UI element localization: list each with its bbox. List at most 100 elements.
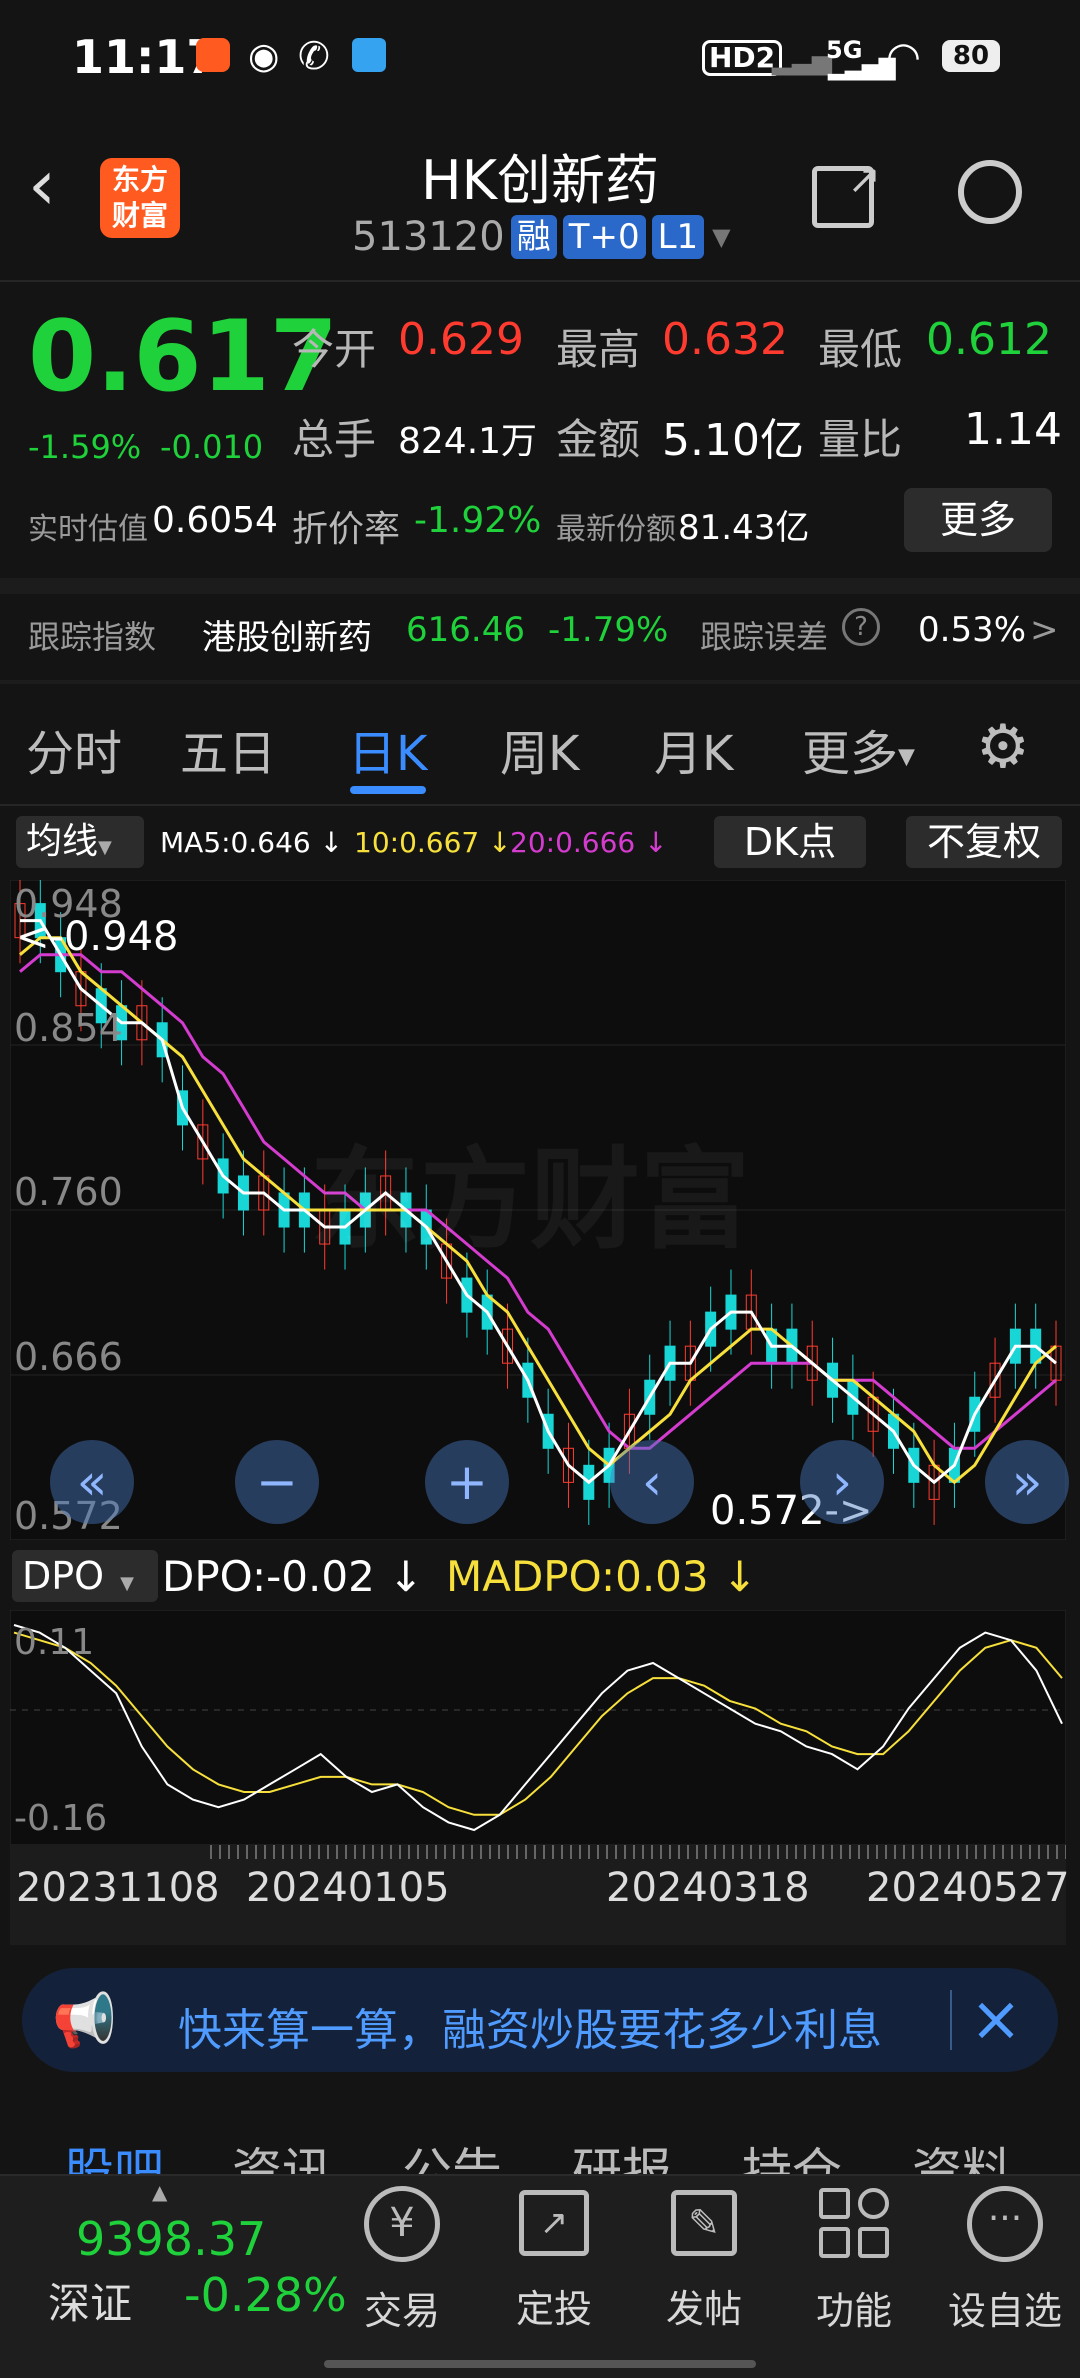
discount-label: 折价率 xyxy=(292,509,401,550)
post-button[interactable]: ✎ 发帖 xyxy=(654,2186,754,2333)
change-pct: -1.59% xyxy=(28,428,142,466)
tab-daily-k[interactable]: 日K xyxy=(348,714,427,784)
tab-more-label: 更多 xyxy=(802,726,899,782)
index-name: 深证 xyxy=(48,2279,133,2328)
open-label: 今开 xyxy=(292,325,377,374)
dk-point-button[interactable]: DK点 xyxy=(714,816,866,868)
y-axis-2: 0.854 xyxy=(14,1006,123,1050)
high-label: 最高 xyxy=(556,325,641,374)
functions-label: 功能 xyxy=(815,2289,892,2333)
badge-l1: L1 xyxy=(651,215,705,259)
fast-forward-icon[interactable]: » xyxy=(985,1440,1069,1524)
low-value: 0.612 xyxy=(926,314,1052,365)
stock-code-row[interactable]: 513120 融 T+0 L1 ▼ xyxy=(352,214,731,260)
grid-icon xyxy=(819,2188,889,2258)
iopv-label: 实时估值 xyxy=(28,512,148,547)
tab-research[interactable]: 研报 xyxy=(572,2132,672,2176)
price-adjust-button[interactable]: 不复权 xyxy=(906,816,1062,868)
bottom-bar: ▲ 9398.37 深证 -0.28% ¥ 交易 ↗ 定投 ✎ 发帖 功能 ··… xyxy=(0,2174,1080,2378)
tab-announcements[interactable]: 公告 xyxy=(402,2132,502,2176)
close-icon[interactable]: × xyxy=(970,1982,1022,2055)
tab-profile[interactable]: 资料 xyxy=(912,2132,1012,2176)
date-label-4: 20240527 xyxy=(866,1865,1070,1911)
app-notification-icon xyxy=(196,38,230,72)
post-label: 发帖 xyxy=(665,2287,742,2331)
battery-icon: 80 xyxy=(942,40,1000,72)
index-value[interactable]: 9398.37 xyxy=(76,2212,266,2266)
home-indicator[interactable] xyxy=(324,2360,756,2368)
banner-text[interactable]: 快来算一算，融资炒股要花多少利息 xyxy=(178,1994,948,2058)
kline-chart[interactable]: 东方财富 0.948 <-0.948 0.854 0.760 0.666 0.5… xyxy=(10,880,1069,1540)
caret-down-icon: ▼ xyxy=(98,837,112,858)
tab-more[interactable]: 更多▼ xyxy=(802,714,915,784)
logo-text-top: 东方 xyxy=(111,163,168,196)
yen-icon: ¥ xyxy=(364,2186,440,2262)
max-price-marker: <-0.948 xyxy=(16,914,179,960)
chart-board-icon: ↗ xyxy=(519,2190,589,2256)
low-label: 最低 xyxy=(818,325,903,374)
search-icon[interactable] xyxy=(958,160,1022,224)
tab-intraday[interactable]: 分时 xyxy=(26,714,122,784)
ma20-value: 20:0.666 ↓ xyxy=(510,826,668,859)
tab-weekly-k[interactable]: 周K xyxy=(500,714,579,784)
more-button[interactable]: 更多 xyxy=(904,488,1052,552)
caret-up-icon[interactable]: ▲ xyxy=(152,2180,167,2204)
dpo-chart[interactable]: 0.11 -0.16 xyxy=(10,1610,1066,1845)
tracking-index-change: -1.79% xyxy=(548,610,669,650)
zoom-out-icon[interactable]: − xyxy=(235,1440,319,1524)
ma10-value: 10:0.667 ↓ xyxy=(354,826,512,859)
badge-t0: T+0 xyxy=(562,215,646,259)
tracking-index-name[interactable]: 港股创新药 xyxy=(202,610,372,659)
share-icon[interactable]: ↗ xyxy=(812,157,881,228)
scroll-right-icon[interactable]: › xyxy=(800,1440,884,1524)
functions-button[interactable]: 功能 xyxy=(804,2186,904,2335)
watermark: 东方财富 xyxy=(310,1136,750,1264)
volume-label: 总手 xyxy=(292,415,377,464)
indicator-selector-dpo[interactable]: DPO ▼ xyxy=(12,1550,158,1602)
tab-forum[interactable]: 股吧 xyxy=(64,2132,164,2176)
phone-icon: ✆ xyxy=(298,34,330,78)
fixed-invest-button[interactable]: ↗ 定投 xyxy=(504,2186,604,2333)
y-axis-4: 0.666 xyxy=(14,1335,123,1379)
add-watchlist-label: 设自选 xyxy=(947,2289,1062,2333)
rewind-icon[interactable]: « xyxy=(50,1440,134,1524)
chevron-down-icon: ▼ xyxy=(712,223,731,251)
open-value: 0.629 xyxy=(398,314,524,365)
tab-news[interactable]: 资讯 xyxy=(232,2132,332,2176)
active-tab-indicator xyxy=(350,786,426,794)
stock-code: 513120 xyxy=(352,214,505,260)
ratio-label: 量比 xyxy=(818,415,903,464)
tracking-error-value: 0.53% xyxy=(918,610,1027,650)
settings-gear-icon[interactable]: ⚙ xyxy=(976,712,1030,782)
tab-monthly-k[interactable]: 月K xyxy=(654,714,733,784)
scroll-left-icon[interactable]: ‹ xyxy=(610,1440,694,1524)
help-icon[interactable]: ? xyxy=(842,608,880,646)
tab-holdings[interactable]: 持仓 xyxy=(742,2132,842,2176)
hd-icon: HD2 xyxy=(702,40,783,76)
date-axis: 20231108 20240105 20240318 20240527 xyxy=(10,1845,1070,1945)
logo-text-bottom: 财富 xyxy=(111,199,168,232)
edit-icon: ✎ xyxy=(671,2190,737,2256)
megaphone-icon: 📢 xyxy=(52,1991,117,2051)
tracking-error-label: 跟踪误差 xyxy=(700,618,829,656)
more-dots-icon: ··· xyxy=(967,2186,1043,2262)
date-label-1: 20231108 xyxy=(16,1865,220,1911)
tab-five-day[interactable]: 五日 xyxy=(180,714,276,784)
back-arrow-icon[interactable]: ‹ xyxy=(28,150,56,220)
send-icon xyxy=(352,38,386,72)
dpo-y-top: 0.11 xyxy=(14,1622,95,1663)
caret-down-icon: ▼ xyxy=(898,744,915,770)
amount-value: 5.10亿 xyxy=(662,415,804,466)
indicator-selector-ma[interactable]: 均线▼ xyxy=(16,816,144,868)
iopv-value: 0.6054 xyxy=(152,500,278,541)
app-logo[interactable]: 东方 财富 xyxy=(100,158,180,238)
trade-button[interactable]: ¥ 交易 xyxy=(352,2186,452,2335)
dpo-value: DPO:-0.02 ↓ xyxy=(162,1552,424,1601)
index-change: -0.28% xyxy=(184,2268,347,2322)
chevron-right-icon[interactable]: > xyxy=(1030,610,1059,650)
header: ‹ 东方 财富 HK创新药 513120 融 T+0 L1 ▼ ↗ xyxy=(0,110,1080,280)
promo-banner[interactable]: 📢 快来算一算，融资炒股要花多少利息 × xyxy=(22,1968,1058,2072)
tracking-label: 跟踪指数 xyxy=(28,618,157,656)
add-watchlist-button[interactable]: ··· 设自选 xyxy=(940,2186,1070,2335)
zoom-in-icon[interactable]: + xyxy=(425,1440,509,1524)
